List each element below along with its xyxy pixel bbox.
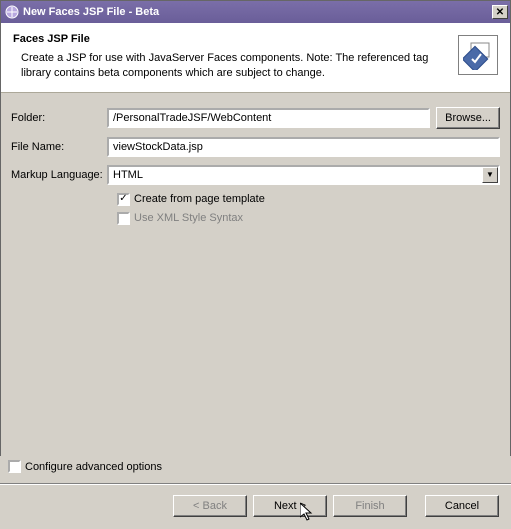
folder-input[interactable] — [107, 108, 430, 128]
next-button[interactable]: Next > — [253, 495, 327, 517]
markup-value: HTML — [109, 167, 482, 183]
close-button[interactable]: ✕ — [492, 5, 508, 19]
advanced-label: Configure advanced options — [25, 461, 162, 473]
xml-syntax-checkbox — [117, 212, 130, 225]
titlebar: New Faces JSP File - Beta ✕ — [1, 1, 510, 23]
filename-input[interactable] — [107, 137, 500, 157]
markup-dropdown[interactable]: HTML ▼ — [107, 165, 500, 185]
chevron-down-icon[interactable]: ▼ — [482, 167, 498, 183]
create-template-label: Create from page template — [134, 193, 265, 205]
folder-label: Folder: — [11, 112, 107, 124]
xml-syntax-label: Use XML Style Syntax — [134, 212, 243, 224]
browse-button[interactable]: Browse... — [436, 107, 500, 129]
finish-button: Finish — [333, 495, 407, 517]
form-area: Folder: Browse... File Name: Markup Lang… — [1, 93, 510, 235]
page-description: Create a JSP for use with JavaServer Fac… — [13, 51, 448, 82]
create-template-checkbox[interactable]: ✓ — [117, 193, 130, 206]
wizard-icon — [458, 35, 498, 75]
filename-label: File Name: — [11, 141, 107, 153]
cancel-button[interactable]: Cancel — [425, 495, 499, 517]
back-button: < Back — [173, 495, 247, 517]
app-icon — [5, 5, 19, 19]
header-area: Faces JSP File Create a JSP for use with… — [1, 23, 510, 93]
advanced-checkbox[interactable] — [8, 460, 21, 473]
markup-label: Markup Language: — [11, 169, 107, 181]
page-title: Faces JSP File — [13, 33, 448, 45]
window-title: New Faces JSP File - Beta — [23, 6, 492, 18]
